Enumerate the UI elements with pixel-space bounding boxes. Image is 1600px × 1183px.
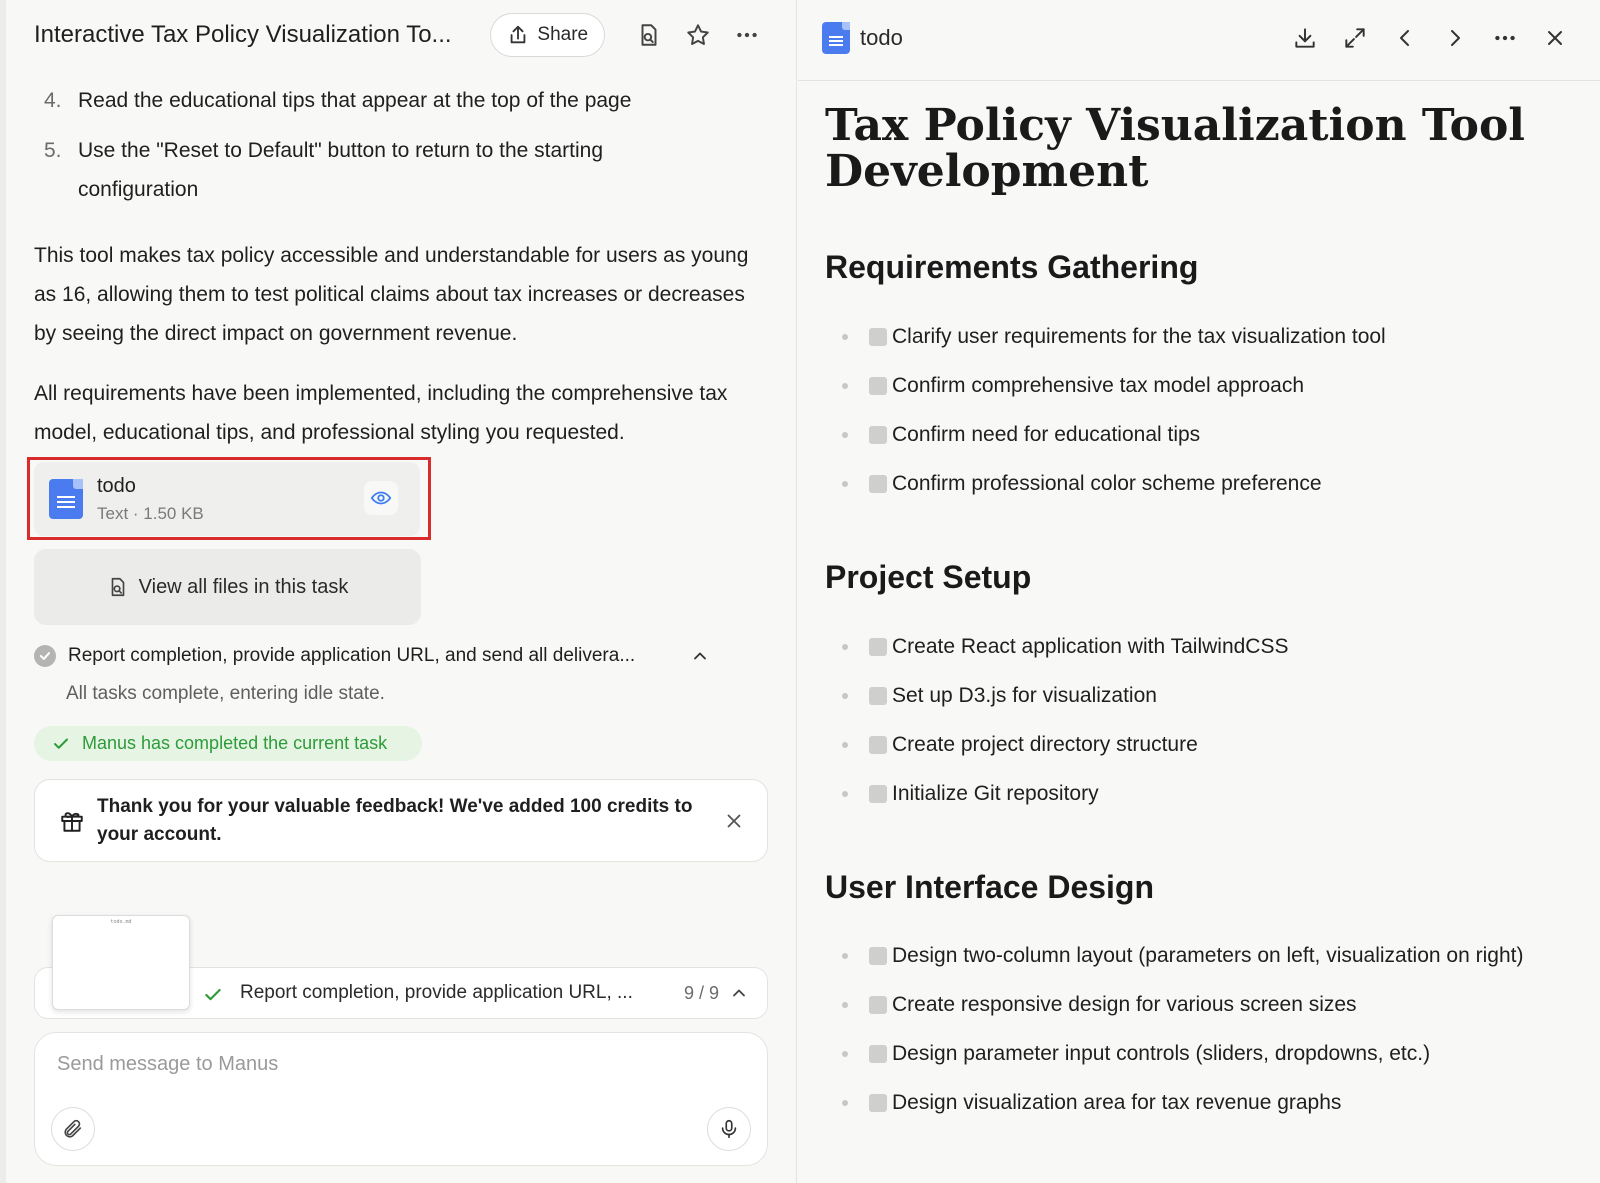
todo-text: Create responsive design for various scr… bbox=[892, 993, 1357, 1016]
report-step-detail: All tasks complete, entering idle state. bbox=[66, 683, 385, 704]
more-icon[interactable] bbox=[727, 15, 766, 55]
todo-item: Initialize Git repository bbox=[842, 775, 1562, 813]
todo-item: Create project directory structure bbox=[842, 726, 1562, 764]
checkbox-checked-icon[interactable] bbox=[869, 475, 887, 493]
chevron-left-icon[interactable] bbox=[1380, 18, 1430, 58]
share-button[interactable]: Share bbox=[490, 13, 606, 57]
viewer-file-name: todo bbox=[860, 25, 903, 50]
checkbox-checked-icon[interactable] bbox=[869, 736, 887, 754]
checkbox-checked-icon[interactable] bbox=[869, 785, 887, 803]
checkbox-checked-icon[interactable] bbox=[869, 1094, 887, 1112]
close-icon[interactable] bbox=[723, 810, 745, 832]
view-all-files-button[interactable]: View all files in this task bbox=[34, 549, 421, 625]
todo-text: Design parameter input controls (sliders… bbox=[892, 1042, 1431, 1065]
progress-step-text: Report completion, provide application U… bbox=[240, 982, 633, 1003]
todo-list: Create React application with TailwindCS… bbox=[842, 628, 1562, 824]
todo-item: Clarify user requirements for the tax vi… bbox=[842, 318, 1562, 356]
todo-item: Design two-column layout (parameters on … bbox=[842, 937, 1562, 975]
chat-header: Interactive Tax Policy Visualization To.… bbox=[34, 12, 766, 58]
share-icon bbox=[511, 25, 526, 44]
message-input[interactable] bbox=[57, 1053, 697, 1076]
step-item: 5. Use the "Reset to Default" button to … bbox=[44, 131, 718, 209]
microphone-icon bbox=[721, 1119, 737, 1139]
more-icon[interactable] bbox=[1480, 18, 1530, 58]
checkbox-checked-icon[interactable] bbox=[869, 947, 887, 965]
highlight-box bbox=[27, 457, 431, 540]
checkmark-icon bbox=[205, 988, 221, 1001]
message-composer bbox=[34, 1032, 768, 1166]
todo-item: Design visualization area for tax revenu… bbox=[842, 1084, 1562, 1122]
chevron-right-icon[interactable] bbox=[1430, 18, 1480, 58]
todo-text: Set up D3.js for visualization bbox=[892, 684, 1157, 707]
files-icon[interactable] bbox=[629, 15, 668, 55]
todo-text: Create React application with TailwindCS… bbox=[892, 635, 1289, 658]
step-number: 5. bbox=[44, 139, 62, 162]
attach-button[interactable] bbox=[51, 1107, 95, 1151]
checkbox-checked-icon[interactable] bbox=[869, 328, 887, 346]
gift-icon bbox=[61, 811, 83, 832]
task-completed-label: Manus has completed the current task bbox=[82, 733, 388, 753]
task-title: Interactive Tax Policy Visualization To.… bbox=[34, 21, 452, 48]
checkbox-checked-icon[interactable] bbox=[869, 687, 887, 705]
todo-item: Design parameter input controls (sliders… bbox=[842, 1035, 1562, 1073]
todo-text: Confirm professional color scheme prefer… bbox=[892, 472, 1322, 495]
todo-item: Create responsive design for various scr… bbox=[842, 986, 1562, 1024]
checkmark-icon bbox=[54, 738, 68, 749]
task-completed-badge: Manus has completed the current task bbox=[34, 726, 422, 761]
progress-count: 9 / 9 bbox=[683, 983, 719, 1003]
todo-item: Confirm need for educational tips bbox=[842, 416, 1562, 454]
share-label: Share bbox=[537, 24, 589, 45]
document-viewer: todo Tax Policy Visualization Tool Devel… bbox=[798, 0, 1600, 1183]
chat-pane: Interactive Tax Policy Visualization To.… bbox=[0, 0, 797, 1183]
checkbox-checked-icon[interactable] bbox=[869, 996, 887, 1014]
step-text: Read the educational tips that appear at… bbox=[78, 89, 632, 112]
todo-item: Create React application with TailwindCS… bbox=[842, 628, 1562, 666]
paperclip-icon bbox=[64, 1119, 82, 1138]
todo-text: Create project directory structure bbox=[892, 733, 1198, 756]
feedback-banner: Thank you for your valuable feedback! We… bbox=[34, 779, 768, 862]
todo-text: Design two-column layout (parameters on … bbox=[892, 944, 1524, 967]
checkbox-checked-icon[interactable] bbox=[869, 1045, 887, 1063]
header-divider bbox=[798, 80, 1600, 81]
checkbox-checked-icon[interactable] bbox=[869, 638, 887, 656]
checkbox-checked-icon[interactable] bbox=[869, 426, 887, 444]
download-icon[interactable] bbox=[1280, 18, 1330, 58]
summary-paragraph: All requirements have been implemented, … bbox=[34, 382, 728, 444]
voice-button[interactable] bbox=[707, 1107, 751, 1151]
check-circle-icon bbox=[34, 645, 56, 667]
todo-list: Clarify user requirements for the tax vi… bbox=[842, 318, 1562, 514]
report-step-row[interactable]: Report completion, provide application U… bbox=[34, 640, 734, 672]
report-step-title: Report completion, provide application U… bbox=[68, 645, 636, 666]
pane-edge bbox=[0, 0, 6, 1183]
feedback-message: Thank you for your valuable feedback! We… bbox=[97, 795, 693, 845]
view-all-label: View all files in this task bbox=[138, 575, 349, 598]
todo-text: Design visualization area for tax revenu… bbox=[892, 1091, 1342, 1114]
todo-text: Clarify user requirements for the tax vi… bbox=[892, 325, 1386, 348]
todo-item: Set up D3.js for visualization bbox=[842, 677, 1562, 715]
star-icon[interactable] bbox=[678, 15, 717, 55]
thumbnail-title: todo.md bbox=[110, 919, 132, 925]
summary-paragraph: This tool makes tax policy accessible an… bbox=[34, 244, 749, 345]
file-search-icon bbox=[111, 577, 124, 597]
step-item: 4. Read the educational tips that appear… bbox=[44, 81, 718, 120]
section-heading: Project Setup bbox=[825, 559, 1032, 595]
chevron-up-icon[interactable] bbox=[729, 983, 749, 1003]
todo-text: Confirm comprehensive tax model approach bbox=[892, 374, 1305, 397]
section-heading: Requirements Gathering bbox=[825, 249, 1199, 285]
todo-item: Confirm professional color scheme prefer… bbox=[842, 465, 1562, 503]
section-heading: User Interface Design bbox=[825, 869, 1155, 905]
document-title: Tax Policy Visualization Tool Developmen… bbox=[825, 100, 1526, 197]
checkbox-checked-icon[interactable] bbox=[869, 377, 887, 395]
step-number: 4. bbox=[44, 89, 62, 112]
step-text: Use the "Reset to Default" button to ret… bbox=[78, 139, 604, 201]
expand-icon[interactable] bbox=[1330, 18, 1380, 58]
todo-item: Confirm comprehensive tax model approach bbox=[842, 367, 1562, 405]
document-icon bbox=[822, 22, 850, 54]
chevron-up-icon[interactable] bbox=[690, 646, 710, 666]
todo-preview-thumbnail[interactable]: todo.md bbox=[52, 915, 190, 1010]
todo-text: Confirm need for educational tips bbox=[892, 423, 1201, 446]
viewer-header: todo bbox=[822, 18, 1580, 58]
close-icon[interactable] bbox=[1530, 18, 1580, 58]
todo-list: Design two-column layout (parameters on … bbox=[842, 937, 1562, 1133]
